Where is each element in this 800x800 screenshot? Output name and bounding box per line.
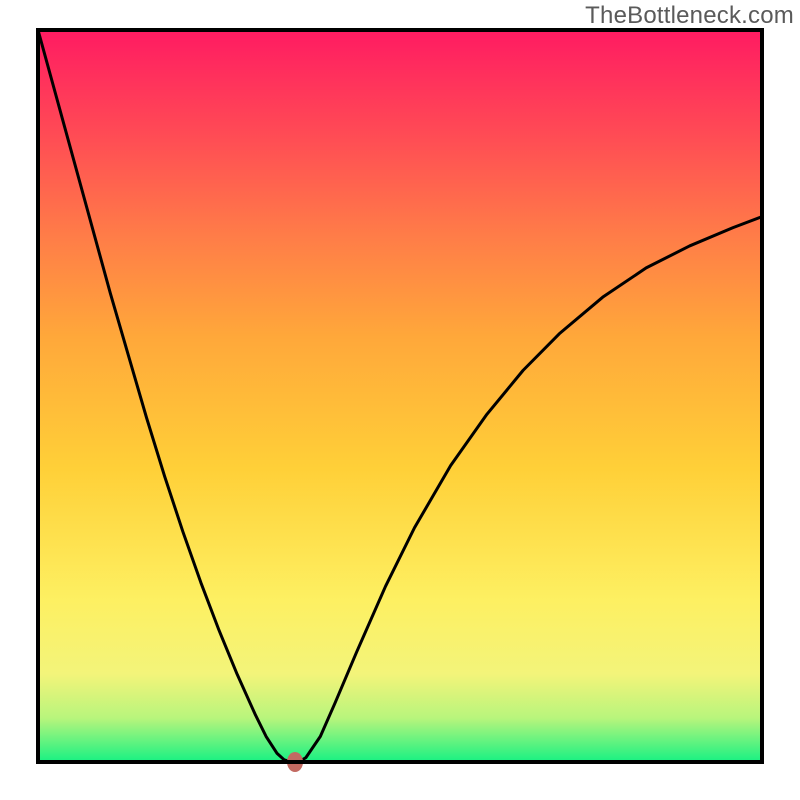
plot-background bbox=[38, 30, 762, 762]
chart-container: TheBottleneck.com bbox=[0, 0, 800, 800]
watermark-text: TheBottleneck.com bbox=[585, 2, 794, 30]
chart-svg bbox=[0, 0, 800, 800]
